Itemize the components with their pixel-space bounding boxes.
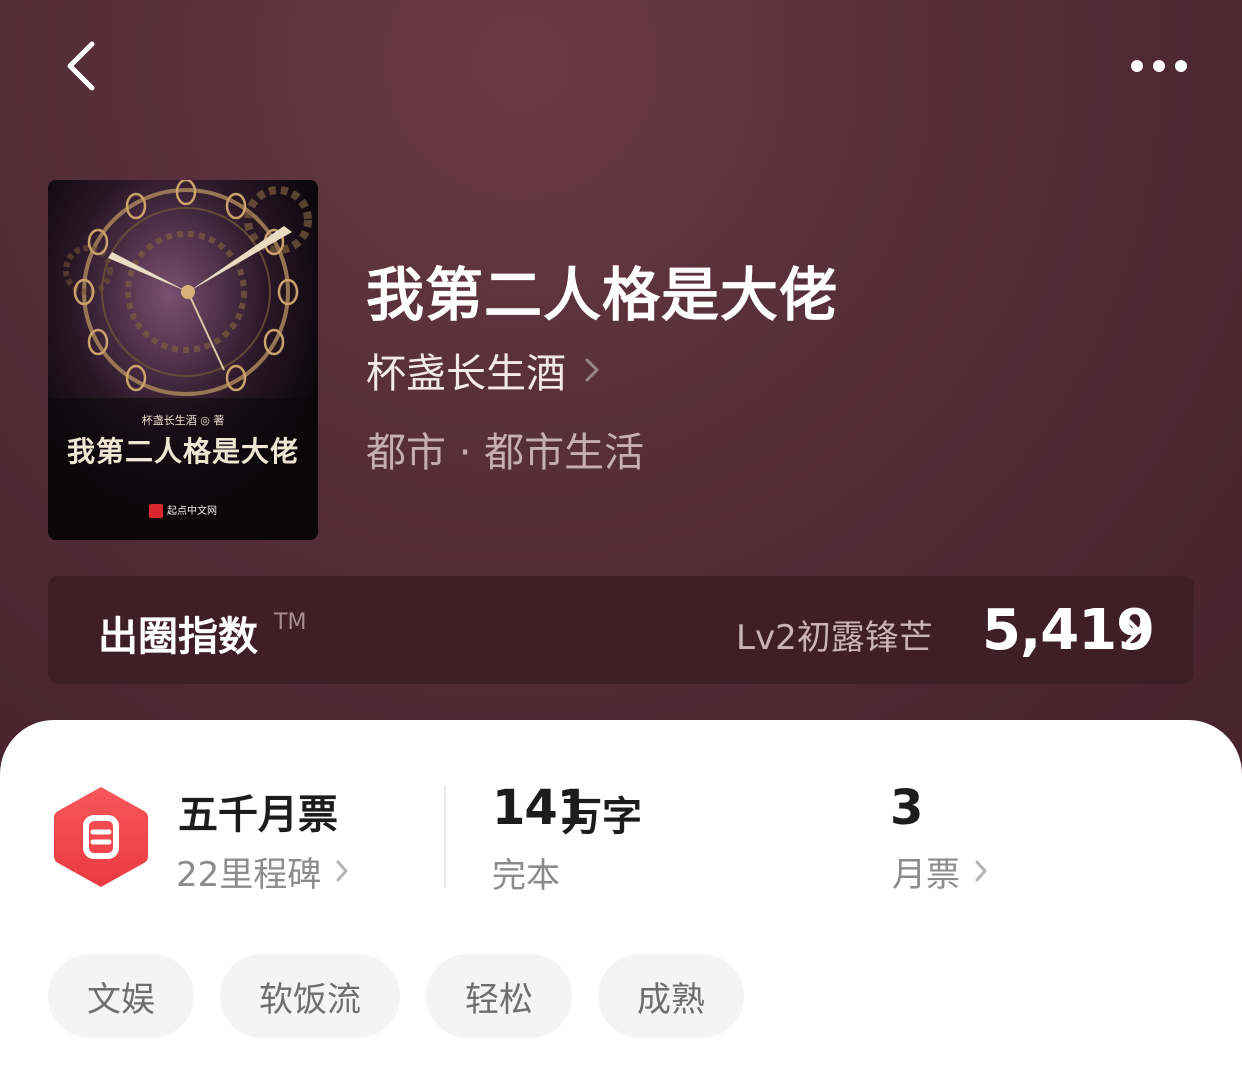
breakout-index-level: Lv2初露锋芒 (736, 618, 933, 658)
breakout-index-bar[interactable]: 出圈指数 TM Lv2初露锋芒 5,419 (48, 576, 1194, 684)
tag-chip[interactable]: 文娱 (48, 954, 194, 1038)
trademark-mark: TM (274, 610, 307, 635)
cover-publisher-text: 起点中文网 (167, 506, 217, 517)
ticket-badge-icon (54, 787, 148, 887)
book-title: 我第二人格是大佬 (366, 261, 839, 329)
tag-chip[interactable]: 软饭流 (220, 954, 400, 1038)
tag-chip[interactable]: 成熟 (598, 954, 744, 1038)
monthly-ticket-milestone-title: 五千月票 (178, 792, 338, 838)
book-cover[interactable]: 杯盏长生酒 ◎ 著 我第二人格是大佬 起点中文网 (48, 180, 318, 540)
milestone-link[interactable]: 22里程碑 (176, 848, 349, 895)
monthly-votes-label: 月票 (892, 854, 960, 895)
cover-title-text: 我第二人格是大佬 (66, 435, 299, 468)
author-name: 杯盏长生酒 (366, 351, 566, 397)
milestone-count: 22里程碑 (176, 854, 322, 895)
more-button[interactable] (1124, 50, 1194, 82)
breakout-index-label: 出圈指数 (98, 614, 258, 660)
publisher-logo-icon (149, 504, 163, 518)
word-count-unit: 万字 (562, 794, 642, 840)
chevron-right-icon (975, 860, 987, 882)
chevron-right-icon (1126, 618, 1141, 644)
tag-chip[interactable]: 轻松 (426, 954, 572, 1038)
completion-status: 完本 (492, 856, 560, 896)
clock-gears-artwork (48, 180, 318, 540)
cover-publisher: 起点中文网 (48, 502, 318, 518)
chevron-right-icon (585, 358, 599, 382)
more-dots-icon (1131, 60, 1187, 72)
book-genre: 都市 · 都市生活 (366, 430, 645, 476)
cover-author-text: 杯盏长生酒 ◎ 著 (141, 414, 225, 427)
monthly-votes-number: 3 (890, 780, 924, 836)
chevron-right-icon (336, 860, 348, 882)
monthly-votes-link[interactable]: 月票 (892, 848, 988, 895)
back-button[interactable] (58, 36, 108, 96)
author-link[interactable]: 杯盏长生酒 (366, 342, 600, 398)
stats-divider (444, 786, 446, 888)
chevron-left-icon (67, 41, 95, 91)
